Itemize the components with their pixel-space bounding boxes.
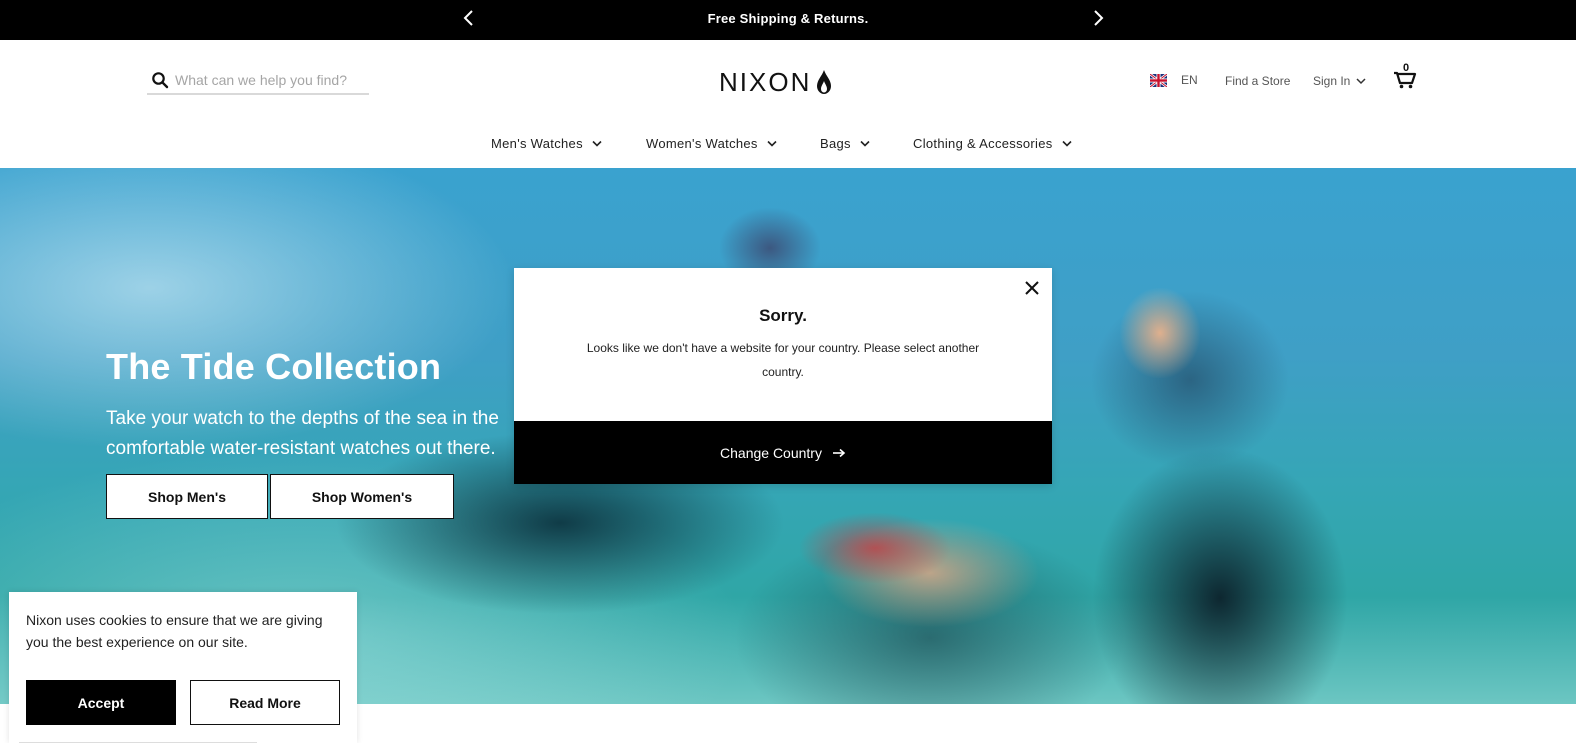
chevron-right-icon[interactable]: [1088, 8, 1108, 28]
read-more-button[interactable]: Read More: [190, 680, 340, 725]
nav-mens-watches[interactable]: Men's Watches: [491, 136, 602, 151]
search-input[interactable]: [175, 70, 365, 90]
modal-heading: Sorry.: [759, 306, 807, 325]
sign-in-menu[interactable]: Sign In: [1313, 74, 1366, 88]
cart-count: 0: [1403, 62, 1410, 74]
modal-message: Looks like we don't have a website for y…: [586, 341, 980, 379]
site-header: NIXON EN Find a Store Sign In 0: [0, 40, 1576, 168]
hero-photo-detail: [1120, 288, 1200, 378]
shop-womens-button[interactable]: Shop Women's: [270, 474, 454, 519]
chevron-down-icon: [860, 140, 870, 147]
main-nav: Men's Watches Women's Watches Bags Cloth…: [0, 136, 1576, 158]
language-selector[interactable]: EN: [1150, 73, 1198, 87]
cookie-message: Nixon uses cookies to ensure that we are…: [26, 612, 323, 650]
sign-in-label: Sign In: [1313, 74, 1351, 88]
shop-mens-button[interactable]: Shop Men's: [106, 474, 268, 519]
search-bar[interactable]: [147, 68, 369, 95]
nixon-logo[interactable]: NIXON: [719, 67, 832, 97]
nav-item-label: Men's Watches: [491, 136, 583, 151]
cart-button[interactable]: 0: [1392, 62, 1418, 90]
arrow-right-icon: [832, 448, 846, 457]
change-country-label: Change Country: [720, 444, 822, 461]
nav-clothing-accessories[interactable]: Clothing & Accessories: [913, 136, 1072, 151]
hero-photo-detail: [800, 513, 950, 583]
country-modal: Sorry. Looks like we don't have a websit…: [514, 268, 1052, 484]
uk-flag-icon: [1150, 73, 1167, 87]
nav-womens-watches[interactable]: Women's Watches: [646, 136, 777, 151]
logo-wordmark: NIXON: [719, 66, 812, 97]
cookie-banner: Nixon uses cookies to ensure that we are…: [9, 592, 357, 743]
nav-bags[interactable]: Bags: [820, 136, 870, 151]
nav-item-label: Bags: [820, 136, 851, 151]
accept-cookies-button[interactable]: Accept: [26, 680, 176, 725]
promo-bar: Free Shipping & Returns.: [0, 0, 1576, 40]
chevron-down-icon: [1061, 140, 1072, 147]
change-country-button[interactable]: Change Country: [514, 421, 1052, 484]
hero-subtitle-line: comfortable water-resistant watches out …: [106, 438, 496, 459]
hero-subtitle: Take your watch to the depths of the sea…: [106, 404, 526, 464]
chevron-down-icon: [1356, 77, 1366, 84]
hero-subtitle-line: Take your watch to the depths of the sea…: [106, 408, 499, 429]
hero-title: The Tide Collection: [106, 346, 442, 387]
promo-message: Free Shipping & Returns.: [707, 11, 869, 26]
nav-item-label: Clothing & Accessories: [913, 136, 1053, 151]
close-icon[interactable]: [1024, 280, 1040, 296]
chevron-down-icon: [592, 140, 602, 147]
search-icon[interactable]: [151, 71, 169, 89]
language-label: EN: [1181, 73, 1198, 87]
chevron-down-icon: [767, 140, 777, 147]
flame-logo-icon: [817, 70, 832, 94]
find-store-link[interactable]: Find a Store: [1225, 74, 1290, 88]
nav-item-label: Women's Watches: [646, 136, 758, 151]
